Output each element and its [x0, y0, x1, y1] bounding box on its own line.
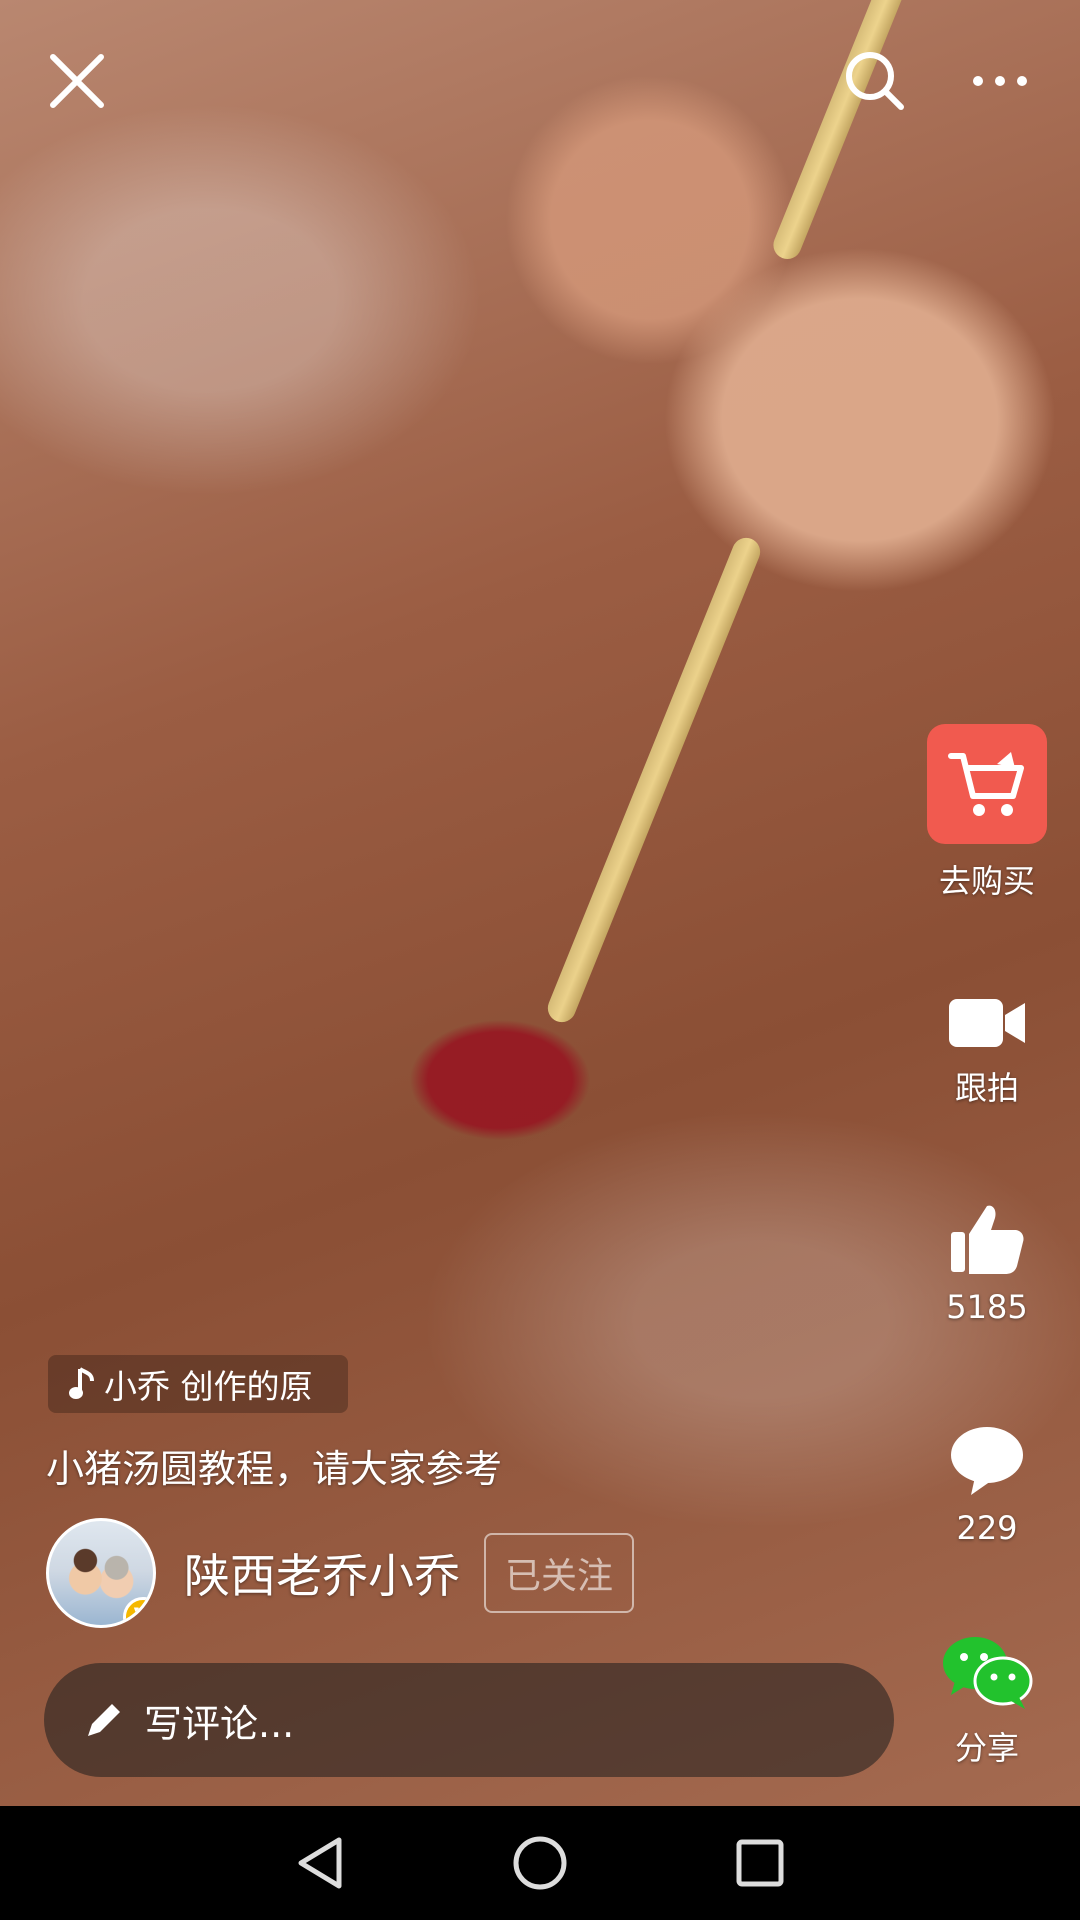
like-button[interactable]: 5185: [917, 1200, 1057, 1326]
duet-button[interactable]: 跟拍: [917, 995, 1057, 1109]
more-icon: [973, 76, 1027, 86]
video-screen: 去购买 跟拍 5185 229 分享 小乔 创作的原 小猪汤圆教程，请大家参考 …: [0, 0, 1080, 1920]
comment-input[interactable]: 写评论...: [44, 1663, 894, 1777]
author-name[interactable]: 陕西老乔小乔: [184, 1540, 460, 1606]
pen-icon: [88, 1704, 120, 1736]
close-icon: [50, 54, 104, 108]
buy-button[interactable]: 去购买: [917, 724, 1057, 902]
comment-placeholder: 写评论...: [144, 1701, 295, 1746]
comment-bubble-icon: [951, 1427, 1023, 1495]
more-button[interactable]: [945, 26, 1055, 136]
back-button[interactable]: [285, 1828, 355, 1898]
home-button[interactable]: [505, 1828, 575, 1898]
video-camera-icon: [949, 999, 1025, 1047]
chopstick-image: [543, 533, 765, 1027]
share-button[interactable]: 分享: [917, 1635, 1057, 1769]
share-label: 分享: [954, 1729, 1019, 1767]
follow-button[interactable]: 已关注: [484, 1533, 634, 1613]
system-nav-bar: [0, 1806, 1080, 1920]
like-count: 5185: [946, 1288, 1028, 1326]
home-circle-icon: [513, 1836, 567, 1890]
wechat-icon: [943, 1637, 1033, 1709]
back-triangle-icon: [298, 1837, 342, 1889]
recents-button[interactable]: [725, 1828, 795, 1898]
recents-square-icon: [736, 1839, 784, 1887]
close-button[interactable]: [22, 26, 132, 136]
comment-button[interactable]: 229: [917, 1425, 1057, 1547]
video-caption: 小猪汤圆教程，请大家参考: [46, 1447, 503, 1491]
buy-badge: [927, 724, 1047, 844]
duet-label: 跟拍: [954, 1069, 1019, 1107]
music-chip[interactable]: 小乔 创作的原: [48, 1355, 348, 1413]
comment-count: 229: [956, 1509, 1018, 1547]
avatar[interactable]: V: [46, 1518, 156, 1628]
music-note-icon: [69, 1367, 94, 1399]
search-icon: [846, 52, 904, 110]
thumbs-up-icon: [951, 1205, 1024, 1274]
buy-label: 去购买: [938, 862, 1035, 900]
music-label: 小乔 创作的原: [104, 1367, 313, 1406]
shopping-cart-icon: [948, 752, 1024, 816]
verified-badge: V: [123, 1597, 153, 1625]
author-row: V 陕西老乔小乔 已关注: [46, 1518, 634, 1628]
search-button[interactable]: [820, 26, 930, 136]
